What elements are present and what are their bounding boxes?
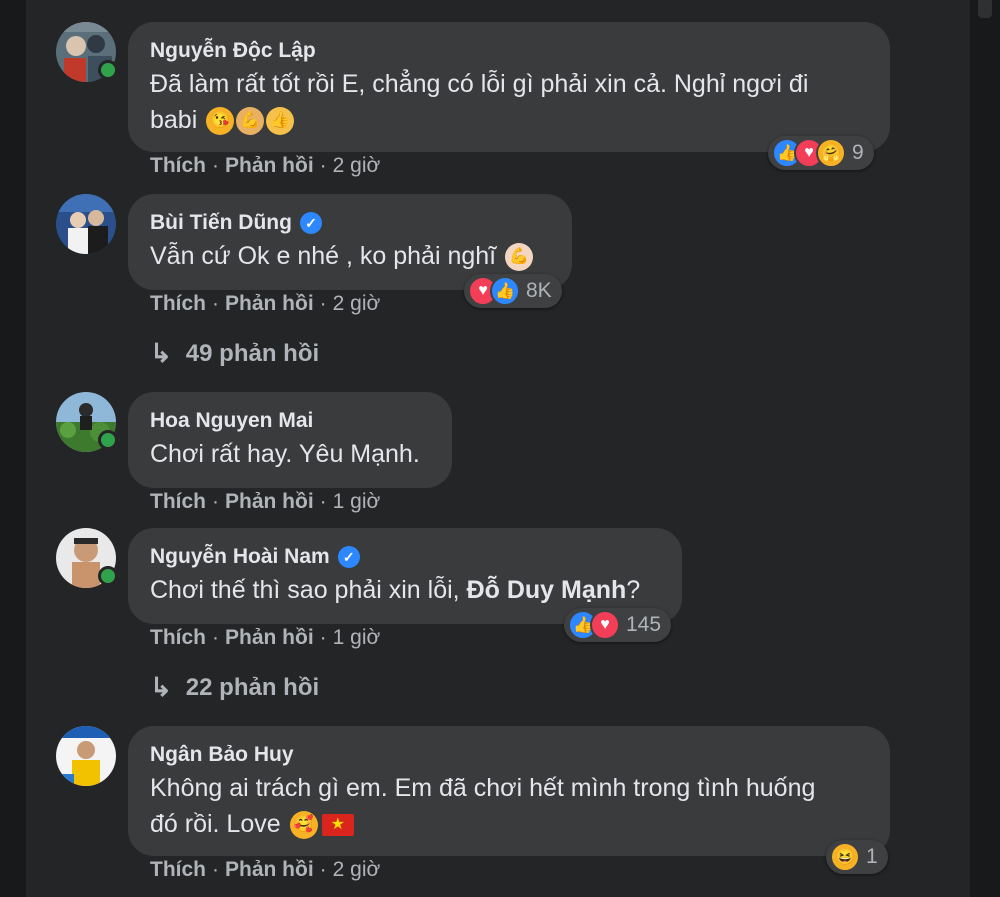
- comment-author[interactable]: Bùi Tiến Dũng ✓: [150, 208, 550, 238]
- mention-link[interactable]: Đỗ Duy Mạnh: [467, 576, 627, 604]
- like-button[interactable]: Thích: [150, 490, 206, 514]
- reply-button[interactable]: Phản hồi: [225, 154, 314, 178]
- vietnam-flag-icon: [321, 814, 354, 837]
- avatar[interactable]: [56, 726, 116, 786]
- reply-button[interactable]: Phản hồi: [225, 292, 314, 316]
- comment-author[interactable]: Nguyễn Độc Lập: [150, 36, 868, 66]
- reply-button[interactable]: Phản hồi: [225, 490, 314, 514]
- comment-text: Chơi rất hay. Yêu Mạnh.: [150, 440, 420, 468]
- timestamp[interactable]: 2 giờ: [333, 858, 381, 882]
- verified-badge-icon: ✓: [299, 212, 322, 234]
- timestamp[interactable]: 1 giờ: [333, 626, 381, 650]
- view-replies-button[interactable]: ↳ 22 phản hồi: [150, 672, 319, 703]
- reaction-summary[interactable]: 👍 ♥ 145: [564, 608, 672, 642]
- scrollbar[interactable]: [978, 0, 992, 18]
- reaction-count: 8K: [526, 279, 552, 302]
- comment-actions: Thích · Phản hồi · 2 giờ: [150, 154, 381, 178]
- comment-author[interactable]: Hoa Nguyen Mai: [150, 406, 430, 436]
- reply-button[interactable]: Phản hồi: [225, 858, 314, 882]
- reaction-summary[interactable]: ♥ 👍 8K: [464, 274, 562, 308]
- comment-bubble: Ngân Bảo Huy Không ai trách gì em. Em đã…: [128, 726, 890, 856]
- like-button[interactable]: Thích: [150, 154, 206, 178]
- avatar-container[interactable]: [56, 392, 118, 452]
- comment-actions: Thích · Phản hồi · 1 giờ: [150, 490, 381, 514]
- like-reaction-icon: 👍: [490, 276, 520, 306]
- avatar-container[interactable]: [56, 194, 116, 254]
- comment-actions: Thích · Phản hồi · 2 giờ: [150, 292, 381, 316]
- like-button[interactable]: Thích: [150, 626, 206, 650]
- kiss-face-icon: 😘: [206, 107, 235, 136]
- love-reaction-icon: ♥: [590, 610, 620, 640]
- comment-text: Đã làm rất tốt rồi E, chẳng có lỗi gì ph…: [150, 70, 809, 136]
- reaction-summary[interactable]: 😆 1: [826, 840, 888, 874]
- comment-actions: Thích · Phản hồi · 1 giờ: [150, 626, 381, 650]
- online-indicator: [98, 430, 118, 450]
- comment-author[interactable]: Nguyễn Hoài Nam ✓: [150, 542, 660, 572]
- reaction-summary[interactable]: 👍 ♥ 🤗 9: [768, 136, 874, 170]
- smiling-face-with-hearts-icon: 🥰: [289, 811, 318, 840]
- like-button[interactable]: Thích: [150, 292, 206, 316]
- comment-actions: Thích · Phản hồi · 2 giờ: [150, 858, 381, 882]
- online-indicator: [98, 60, 118, 80]
- flexed-biceps-icon: 💪: [236, 107, 265, 136]
- reaction-count: 1: [866, 845, 878, 868]
- timestamp[interactable]: 2 giờ: [333, 292, 381, 316]
- view-replies-button[interactable]: ↳ 49 phản hồi: [150, 338, 319, 369]
- avatar[interactable]: [56, 194, 116, 254]
- haha-reaction-icon: 😆: [830, 842, 860, 872]
- comment-author[interactable]: Ngân Bảo Huy: [150, 740, 868, 770]
- verified-badge-icon: ✓: [337, 546, 360, 568]
- comment-bubble: Nguyễn Độc Lập Đã làm rất tốt rồi E, chẳ…: [128, 22, 890, 152]
- reply-arrow-icon: ↳: [150, 338, 172, 368]
- online-indicator: [98, 566, 118, 586]
- comment-text: Vẫn cứ Ok e nhé , ko phải nghĩ 💪: [150, 238, 550, 274]
- avatar-container[interactable]: [56, 22, 118, 82]
- comment-text: Không ai trách gì em. Em đã chơi hết mìn…: [150, 770, 868, 842]
- care-reaction-icon: 🤗: [816, 138, 846, 168]
- timestamp[interactable]: 1 giờ: [333, 490, 381, 514]
- flexed-biceps-icon: 💪: [505, 243, 534, 272]
- like-button[interactable]: Thích: [150, 858, 206, 882]
- comment-text: Chơi thế thì sao phải xin lỗi, Đỗ Duy Mạ…: [150, 576, 641, 604]
- avatar-container[interactable]: [56, 726, 116, 786]
- timestamp[interactable]: 2 giờ: [333, 154, 381, 178]
- avatar-container[interactable]: [56, 528, 118, 588]
- reaction-count: 9: [852, 141, 864, 164]
- reply-button[interactable]: Phản hồi: [225, 626, 314, 650]
- comment-bubble: Hoa Nguyen Mai Chơi rất hay. Yêu Mạnh.: [128, 392, 452, 488]
- reaction-count: 145: [626, 613, 662, 636]
- thumbs-up-icon: 👍: [266, 107, 295, 136]
- reply-arrow-icon: ↳: [150, 672, 172, 702]
